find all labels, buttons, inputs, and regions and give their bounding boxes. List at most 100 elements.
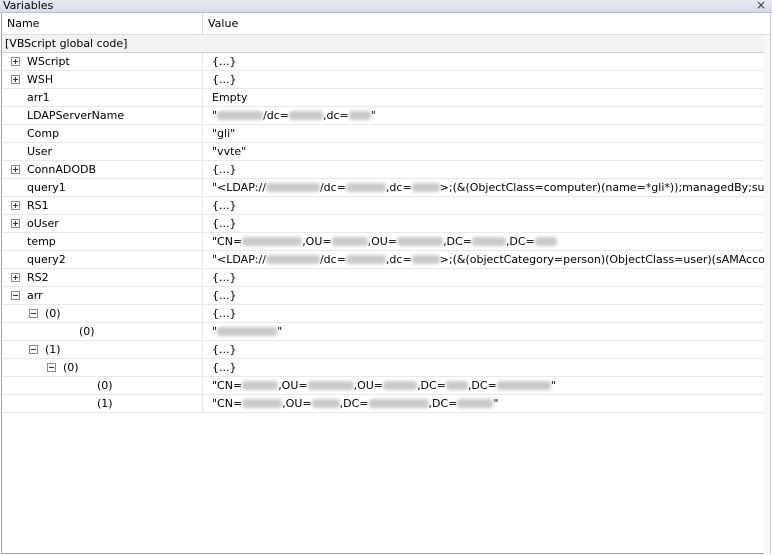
variable-name: Comp — [27, 127, 60, 140]
variable-name-cell: (0) — [2, 359, 202, 376]
minus-box-icon[interactable] — [29, 309, 38, 318]
variable-row[interactable]: WScript {...} — [2, 53, 764, 71]
minus-box-icon[interactable] — [47, 363, 56, 372]
redacted-text — [445, 381, 468, 390]
variable-row[interactable]: (0) "CN= ,OU= ,OU= ,DC= ,DC= " — [2, 377, 764, 395]
variable-row[interactable]: LDAPServerName "/dc= ,dc= " — [2, 107, 764, 125]
redacted-text — [242, 381, 279, 390]
redacted-text — [457, 399, 494, 408]
plus-box-icon[interactable] — [11, 57, 20, 66]
redacted-text — [265, 255, 320, 264]
variable-name: WScript — [27, 55, 70, 68]
minus-box-icon[interactable] — [29, 345, 38, 354]
variable-name: (0) — [45, 307, 61, 320]
minus-box-icon[interactable] — [11, 291, 20, 300]
vertical-scrollbar[interactable] — [764, 35, 770, 554]
variable-name-cell: query2 — [2, 251, 202, 268]
variable-name-cell: arr1 — [2, 89, 202, 106]
variable-value[interactable]: "CN= ,OU= ,OU= ,DC= ,DC= " — [202, 377, 764, 394]
plus-box-icon[interactable] — [11, 219, 20, 228]
variable-value[interactable]: {...} — [202, 341, 764, 358]
redacted-text — [345, 183, 386, 192]
variable-name: RS1 — [27, 199, 49, 212]
variable-name-cell: (0) — [2, 377, 202, 394]
variable-row[interactable]: (0) " " — [2, 323, 764, 341]
variable-row[interactable]: (1) {...} — [2, 341, 764, 359]
variable-name-cell: Comp — [2, 125, 202, 142]
variable-name-cell: temp — [2, 233, 202, 250]
variable-value[interactable]: "gli" — [202, 125, 764, 142]
variable-row[interactable]: arr1 Empty — [2, 89, 764, 107]
column-header: Name Value — [2, 13, 770, 35]
variable-value[interactable]: {...} — [202, 269, 764, 286]
variable-name-cell: RS1 — [2, 197, 202, 214]
variable-name: RS2 — [27, 271, 49, 284]
variable-value[interactable]: "vvte" — [202, 143, 764, 160]
variable-value[interactable]: " " — [202, 323, 764, 340]
variable-row[interactable]: RS2 {...} — [2, 269, 764, 287]
variable-row[interactable]: WSH {...} — [2, 71, 764, 89]
variable-value[interactable]: {...} — [202, 359, 764, 376]
variable-name-cell: User — [2, 143, 202, 160]
redacted-text — [307, 381, 354, 390]
variable-name: arr — [27, 289, 43, 302]
plus-box-icon[interactable] — [11, 75, 20, 84]
redacted-text — [311, 399, 340, 408]
variable-row[interactable]: RS1 {...} — [2, 197, 764, 215]
redacted-text — [289, 111, 324, 120]
variable-name-cell: oUser — [2, 215, 202, 232]
variable-row[interactable]: arr {...} — [2, 287, 764, 305]
scope-group-row[interactable]: [VBScript global code] — [2, 35, 764, 53]
column-divider[interactable] — [202, 13, 203, 35]
redacted-text — [242, 237, 303, 246]
variable-value[interactable]: "<LDAP:///dc= ,dc= >;(&(objectCategory=per… — [202, 251, 764, 268]
redacted-text — [331, 237, 368, 246]
variable-value[interactable]: "/dc= ,dc= " — [202, 107, 764, 124]
variable-row[interactable]: temp "CN= ,OU= ,OU= ,DC= ,DC= — [2, 233, 764, 251]
variable-row[interactable]: (0) {...} — [2, 305, 764, 323]
variable-value[interactable]: "CN= ,OU= ,OU= ,DC= ,DC= — [202, 233, 764, 250]
variable-name-cell: RS2 — [2, 269, 202, 286]
variable-row[interactable]: User "vvte" — [2, 143, 764, 161]
variable-row[interactable]: query1 "<LDAP:///dc= ,dc= >;(&(ObjectClass=… — [2, 179, 764, 197]
variable-value[interactable]: {...} — [202, 71, 764, 88]
redacted-text — [383, 381, 418, 390]
variable-value[interactable]: {...} — [202, 287, 764, 304]
close-icon[interactable]: × — [756, 0, 766, 12]
variable-name-cell: query1 — [2, 179, 202, 196]
redacted-text — [368, 399, 429, 408]
variable-name: (1) — [97, 397, 113, 410]
name-column-header[interactable]: Name — [7, 17, 39, 30]
variable-row[interactable]: Comp "gli" — [2, 125, 764, 143]
variable-value[interactable]: {...} — [202, 161, 764, 178]
plus-box-icon[interactable] — [11, 273, 20, 282]
redacted-text — [411, 183, 440, 192]
variable-row[interactable]: (0) {...} — [2, 359, 764, 377]
variable-value[interactable]: "CN= ,OU= ,DC= ,DC= " — [202, 395, 764, 412]
variable-value[interactable]: {...} — [202, 197, 764, 214]
variable-name: query1 — [27, 181, 66, 194]
variable-row[interactable]: oUser {...} — [2, 215, 764, 233]
redacted-text — [534, 237, 557, 246]
plus-box-icon[interactable] — [11, 165, 20, 174]
variable-name: ConnADODB — [27, 163, 97, 176]
variable-row[interactable]: query2 "<LDAP:///dc= ,dc= >;(&(objectCatego… — [2, 251, 764, 269]
variable-value[interactable]: Empty — [202, 89, 764, 106]
redacted-text — [496, 381, 551, 390]
variables-title-bar: Variables × — [0, 0, 772, 13]
value-column-header[interactable]: Value — [208, 17, 238, 30]
variable-name: (0) — [79, 325, 95, 338]
variable-value[interactable]: {...} — [202, 215, 764, 232]
variable-name: User — [27, 145, 53, 158]
variable-value[interactable]: {...} — [202, 305, 764, 322]
variable-name-cell: ConnADODB — [2, 161, 202, 178]
redacted-text — [397, 237, 444, 246]
variable-name-cell: WScript — [2, 53, 202, 70]
variable-name-cell: arr — [2, 287, 202, 304]
variable-row[interactable]: ConnADODB {...} — [2, 161, 764, 179]
variable-row[interactable]: (1) "CN= ,OU= ,DC= ,DC= " — [2, 395, 764, 413]
variable-value[interactable]: "<LDAP:///dc= ,dc= >;(&(ObjectClass=comput… — [202, 179, 764, 196]
variable-value[interactable]: {...} — [202, 53, 764, 70]
variable-name: arr1 — [27, 91, 50, 104]
plus-box-icon[interactable] — [11, 201, 20, 210]
